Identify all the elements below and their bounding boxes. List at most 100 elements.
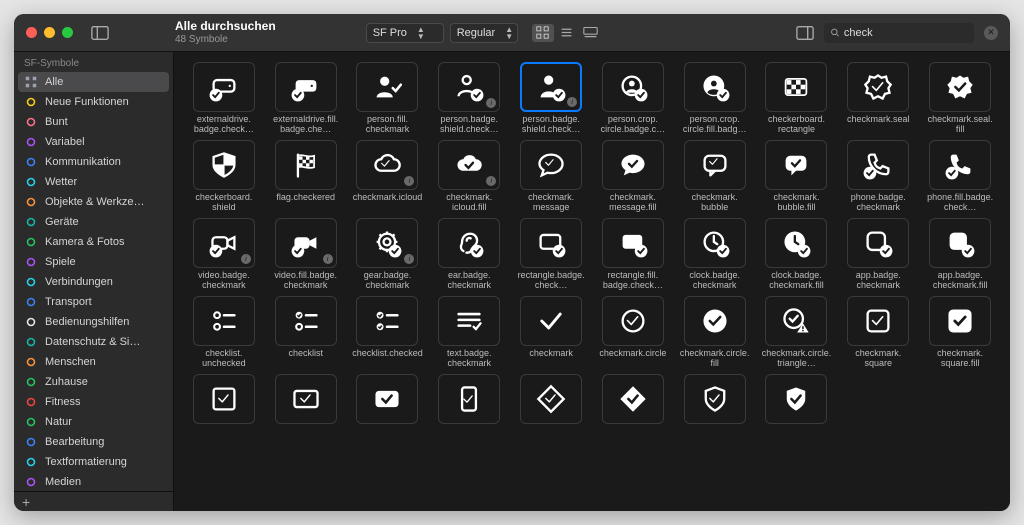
minimize-window-button[interactable] bbox=[44, 27, 55, 38]
symbol-tile[interactable] bbox=[602, 62, 664, 112]
symbol-tile[interactable] bbox=[356, 62, 418, 112]
symbol-tile[interactable] bbox=[847, 218, 909, 268]
symbol-tile[interactable] bbox=[765, 140, 827, 190]
symbol-cell[interactable]: checkerboard.shield bbox=[186, 140, 262, 212]
symbol-cell[interactable]: checkmark.message.fill bbox=[595, 140, 671, 212]
symbol-tile[interactable] bbox=[765, 296, 827, 346]
symbol-tile[interactable]: i bbox=[438, 140, 500, 190]
toggle-inspector-button[interactable] bbox=[796, 25, 814, 41]
symbol-cell[interactable]: person.crop.circle.badge.c… bbox=[595, 62, 671, 134]
symbol-tile[interactable] bbox=[193, 62, 255, 112]
symbol-tile[interactable] bbox=[929, 296, 991, 346]
symbol-cell[interactable]: rectangle.badge.check… bbox=[513, 218, 589, 290]
symbol-cell[interactable] bbox=[513, 374, 589, 446]
symbol-tile[interactable] bbox=[193, 140, 255, 190]
search-field[interactable] bbox=[824, 23, 974, 43]
fullscreen-window-button[interactable] bbox=[62, 27, 73, 38]
symbol-cell[interactable]: person.fill.checkmark bbox=[350, 62, 426, 134]
symbol-tile[interactable] bbox=[765, 218, 827, 268]
symbol-tile[interactable] bbox=[520, 218, 582, 268]
symbol-cell[interactable]: externaldrive.fill.badge.che… bbox=[268, 62, 344, 134]
symbol-tile[interactable] bbox=[929, 218, 991, 268]
symbol-cell[interactable]: checklist bbox=[268, 296, 344, 368]
sidebar-item[interactable]: Datenschutz & Si… bbox=[14, 332, 173, 352]
symbol-cell[interactable]: i gear.badge.checkmark bbox=[350, 218, 426, 290]
symbol-tile[interactable] bbox=[356, 374, 418, 424]
sidebar-item[interactable]: Bunt bbox=[14, 112, 173, 132]
sidebar-item[interactable]: Zuhause bbox=[14, 372, 173, 392]
symbol-cell[interactable]: checkmark.bubble.fill bbox=[759, 140, 835, 212]
sidebar-item[interactable]: Kommunikation bbox=[14, 152, 173, 172]
symbol-tile[interactable] bbox=[520, 374, 582, 424]
symbol-cell[interactable]: clock.badge.checkmark.fill bbox=[759, 218, 835, 290]
symbol-cell[interactable]: checkmark.circle bbox=[595, 296, 671, 368]
symbol-cell[interactable]: text.badge.checkmark bbox=[431, 296, 507, 368]
symbol-cell[interactable]: phone.badge.checkmark bbox=[840, 140, 916, 212]
symbol-cell[interactable]: i checkmark.icloud bbox=[350, 140, 426, 212]
sidebar-item[interactable]: Spiele bbox=[14, 252, 173, 272]
sidebar-item[interactable]: Natur bbox=[14, 412, 173, 432]
symbol-tile[interactable] bbox=[765, 62, 827, 112]
sidebar-item[interactable]: Kamera & Fotos bbox=[14, 232, 173, 252]
symbol-cell[interactable]: checkmark bbox=[513, 296, 589, 368]
symbol-cell[interactable] bbox=[431, 374, 507, 446]
symbol-cell[interactable]: externaldrive.badge.check… bbox=[186, 62, 262, 134]
symbol-cell[interactable]: checkmark.seal.fill bbox=[922, 62, 998, 134]
symbol-tile[interactable]: i bbox=[275, 218, 337, 268]
gallery-view-button[interactable] bbox=[580, 24, 602, 42]
sidebar-item[interactable]: Objekte & Werkze… bbox=[14, 192, 173, 212]
symbol-cell[interactable] bbox=[268, 374, 344, 446]
symbol-tile[interactable] bbox=[275, 374, 337, 424]
symbol-cell[interactable]: checkmark.bubble bbox=[677, 140, 753, 212]
font-weight-picker[interactable]: Regular ▲▼ bbox=[450, 23, 518, 43]
symbol-cell[interactable] bbox=[595, 374, 671, 446]
sidebar-item[interactable]: Transport bbox=[14, 292, 173, 312]
sidebar-item[interactable]: Bedienungshilfen bbox=[14, 312, 173, 332]
symbol-tile[interactable] bbox=[275, 140, 337, 190]
symbol-cell[interactable]: checkmark.seal bbox=[840, 62, 916, 134]
symbol-tile[interactable]: i bbox=[356, 218, 418, 268]
symbol-tile[interactable] bbox=[684, 140, 746, 190]
symbol-tile[interactable] bbox=[602, 218, 664, 268]
symbol-tile[interactable] bbox=[602, 296, 664, 346]
symbol-tile[interactable] bbox=[520, 140, 582, 190]
symbol-tile[interactable]: i bbox=[438, 62, 500, 112]
symbol-tile[interactable] bbox=[438, 374, 500, 424]
symbol-cell[interactable] bbox=[186, 374, 262, 446]
sidebar-item[interactable]: Menschen bbox=[14, 352, 173, 372]
symbol-cell[interactable]: checkmark.square.fill bbox=[922, 296, 998, 368]
symbol-cell[interactable]: flag.checkered bbox=[268, 140, 344, 212]
symbol-tile[interactable]: i bbox=[356, 140, 418, 190]
symbol-cell[interactable]: i video.fill.badge.checkmark bbox=[268, 218, 344, 290]
clear-search-button[interactable]: ✕ bbox=[984, 26, 998, 40]
symbol-tile[interactable] bbox=[684, 218, 746, 268]
sidebar-add-button[interactable]: + bbox=[14, 491, 173, 511]
symbol-cell[interactable]: phone.fill.badge.check… bbox=[922, 140, 998, 212]
symbol-cell[interactable]: checkerboard.rectangle bbox=[759, 62, 835, 134]
symbol-tile[interactable] bbox=[684, 296, 746, 346]
grid-view-button[interactable] bbox=[532, 24, 554, 42]
symbol-cell[interactable]: i person.badge.shield.check… bbox=[513, 62, 589, 134]
symbol-cell[interactable]: i person.badge.shield.check… bbox=[431, 62, 507, 134]
sidebar-item[interactable]: Alle bbox=[18, 72, 169, 92]
symbol-tile[interactable] bbox=[520, 296, 582, 346]
symbol-tile[interactable]: i bbox=[193, 218, 255, 268]
toggle-sidebar-button[interactable] bbox=[91, 25, 109, 41]
symbol-cell[interactable]: checkmark.square bbox=[840, 296, 916, 368]
symbol-cell[interactable]: person.crop.circle.fill.badg… bbox=[677, 62, 753, 134]
symbol-cell[interactable] bbox=[759, 374, 835, 446]
symbol-tile[interactable] bbox=[847, 62, 909, 112]
symbol-tile[interactable] bbox=[193, 296, 255, 346]
sidebar-category-list[interactable]: AlleNeue FunktionenBuntVariabelKommunika… bbox=[14, 72, 173, 491]
symbol-tile[interactable] bbox=[438, 218, 500, 268]
symbol-cell[interactable]: checkmark.circle.fill bbox=[677, 296, 753, 368]
symbol-tile[interactable] bbox=[356, 296, 418, 346]
sidebar-item[interactable]: Medien bbox=[14, 472, 173, 491]
close-window-button[interactable] bbox=[26, 27, 37, 38]
symbol-cell[interactable] bbox=[677, 374, 753, 446]
sidebar-item[interactable]: Textformatierung bbox=[14, 452, 173, 472]
symbol-cell[interactable]: app.badge.checkmark bbox=[840, 218, 916, 290]
symbol-tile[interactable] bbox=[275, 62, 337, 112]
sidebar-item[interactable]: Geräte bbox=[14, 212, 173, 232]
symbol-cell[interactable]: checkmark.message bbox=[513, 140, 589, 212]
